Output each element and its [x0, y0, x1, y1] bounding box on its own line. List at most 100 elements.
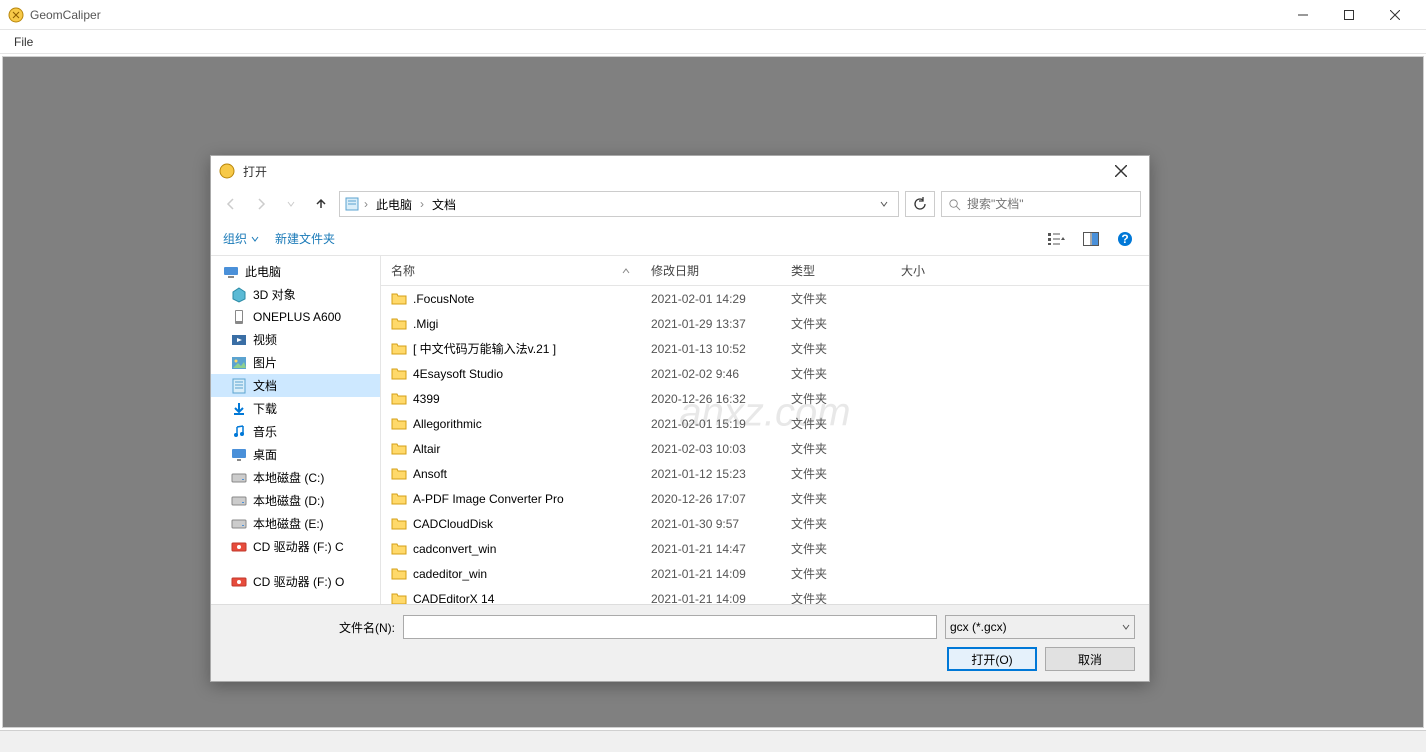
sidebar-item[interactable]: 下载	[211, 397, 380, 420]
col-date[interactable]: 修改日期	[641, 256, 781, 285]
file-date: 2021-01-12 15:23	[641, 465, 781, 483]
search-input[interactable]	[967, 197, 1134, 211]
3d-icon	[231, 287, 247, 303]
disk-icon	[231, 470, 247, 486]
sidebar-item-label: 此电脑	[245, 263, 281, 280]
file-name: Ansoft	[381, 464, 641, 484]
close-button[interactable]	[1372, 0, 1418, 30]
sidebar-item[interactable]: 桌面	[211, 443, 380, 466]
recent-dropdown[interactable]	[279, 192, 303, 216]
sidebar-item[interactable]: 图片	[211, 351, 380, 374]
app-title: GeomCaliper	[30, 8, 1280, 22]
new-folder-button[interactable]: 新建文件夹	[275, 230, 335, 247]
doc-icon	[231, 378, 247, 394]
file-row[interactable]: Altair2021-02-03 10:03文件夹	[381, 436, 1149, 461]
file-date: 2021-01-29 13:37	[641, 315, 781, 333]
chevron-down-icon	[251, 235, 259, 243]
file-row[interactable]: [ 中文代码万能输入法v.21 ]2021-01-13 10:52文件夹	[381, 336, 1149, 361]
sidebar-item[interactable]: CD 驱动器 (F:) C	[211, 535, 380, 558]
file-size	[891, 347, 971, 351]
file-size	[891, 522, 971, 526]
organize-menu[interactable]: 组织	[223, 230, 259, 247]
search-icon	[948, 198, 961, 211]
file-row[interactable]: Ansoft2021-01-12 15:23文件夹	[381, 461, 1149, 486]
file-size	[891, 397, 971, 401]
sidebar-item[interactable]: 本地磁盘 (D:)	[211, 489, 380, 512]
column-headers: 名称 修改日期 类型 大小	[381, 256, 1149, 286]
file-size	[891, 572, 971, 576]
file-type: 文件夹	[781, 313, 891, 334]
col-name[interactable]: 名称	[381, 256, 641, 285]
folder-icon	[391, 366, 407, 382]
file-row[interactable]: Allegorithmic2021-02-01 15:19文件夹	[381, 411, 1149, 436]
file-type: 文件夹	[781, 363, 891, 384]
breadcrumb-root[interactable]: 此电脑	[372, 194, 416, 215]
file-row[interactable]: CADEditorX 142021-01-21 14:09文件夹	[381, 586, 1149, 604]
dialog-close-button[interactable]	[1101, 157, 1141, 185]
phone-icon	[231, 309, 247, 325]
sidebar-item[interactable]: 音乐	[211, 420, 380, 443]
music-icon	[231, 424, 247, 440]
dialog-title: 打开	[243, 163, 1101, 180]
file-date: 2020-12-26 16:32	[641, 390, 781, 408]
col-size[interactable]: 大小	[891, 256, 971, 285]
minimize-button[interactable]	[1280, 0, 1326, 30]
open-button[interactable]: 打开(O)	[947, 647, 1037, 671]
open-dialog: 打开 › 此电脑 › 文档	[210, 155, 1150, 682]
filetype-select[interactable]: gcx (*.gcx)	[945, 615, 1135, 639]
maximize-button[interactable]	[1326, 0, 1372, 30]
sidebar-item[interactable]: CD 驱动器 (F:) O	[211, 570, 380, 593]
file-row[interactable]: 4Esaysoft Studio2021-02-02 9:46文件夹	[381, 361, 1149, 386]
folder-icon	[391, 441, 407, 457]
sidebar-item-label: 本地磁盘 (E:)	[253, 515, 324, 532]
file-type: 文件夹	[781, 563, 891, 584]
file-row[interactable]: .Migi2021-01-29 13:37文件夹	[381, 311, 1149, 336]
file-row[interactable]: A-PDF Image Converter Pro2020-12-26 17:0…	[381, 486, 1149, 511]
sidebar-item[interactable]: 文档	[211, 374, 380, 397]
sidebar-item[interactable]: 视频	[211, 328, 380, 351]
folder-icon	[391, 416, 407, 432]
file-name: CADCloudDisk	[381, 514, 641, 534]
sidebar-item[interactable]: 本地磁盘 (C:)	[211, 466, 380, 489]
breadcrumb-current[interactable]: 文档	[428, 194, 460, 215]
file-row[interactable]: cadeditor_win2021-01-21 14:09文件夹	[381, 561, 1149, 586]
back-button[interactable]	[219, 192, 243, 216]
sidebar-item[interactable]: ONEPLUS A600	[211, 306, 380, 328]
help-button[interactable]: ?	[1113, 227, 1137, 251]
filename-input[interactable]	[403, 615, 937, 639]
forward-button[interactable]	[249, 192, 273, 216]
file-size	[891, 547, 971, 551]
file-type: 文件夹	[781, 438, 891, 459]
main-titlebar: GeomCaliper	[0, 0, 1426, 30]
cd-icon	[231, 539, 247, 555]
file-date: 2021-02-03 10:03	[641, 440, 781, 458]
breadcrumb-dropdown[interactable]	[874, 200, 894, 208]
refresh-button[interactable]	[905, 191, 935, 217]
disk-icon	[231, 516, 247, 532]
file-size	[891, 322, 971, 326]
sidebar-item[interactable]: 此电脑	[211, 260, 380, 283]
cancel-button[interactable]: 取消	[1045, 647, 1135, 671]
file-type: 文件夹	[781, 388, 891, 409]
sidebar-item-label: 本地磁盘 (C:)	[253, 469, 324, 486]
file-row[interactable]: 43992020-12-26 16:32文件夹	[381, 386, 1149, 411]
file-name: Altair	[381, 439, 641, 459]
preview-pane-button[interactable]	[1079, 227, 1103, 251]
file-type: 文件夹	[781, 538, 891, 559]
file-name: .FocusNote	[381, 289, 641, 309]
up-button[interactable]	[309, 192, 333, 216]
breadcrumb[interactable]: › 此电脑 › 文档	[339, 191, 899, 217]
menu-file[interactable]: File	[8, 33, 39, 51]
sidebar-item-label: 3D 对象	[253, 286, 296, 303]
col-type[interactable]: 类型	[781, 256, 891, 285]
search-box[interactable]	[941, 191, 1141, 217]
file-row[interactable]: .FocusNote2021-02-01 14:29文件夹	[381, 286, 1149, 311]
file-size	[891, 297, 971, 301]
picture-icon	[231, 355, 247, 371]
sidebar-item[interactable]: 3D 对象	[211, 283, 380, 306]
sidebar-item-label: 文档	[253, 377, 277, 394]
file-row[interactable]: CADCloudDisk2021-01-30 9:57文件夹	[381, 511, 1149, 536]
file-row[interactable]: cadconvert_win2021-01-21 14:47文件夹	[381, 536, 1149, 561]
sidebar-item[interactable]: 本地磁盘 (E:)	[211, 512, 380, 535]
view-menu[interactable]	[1045, 227, 1069, 251]
